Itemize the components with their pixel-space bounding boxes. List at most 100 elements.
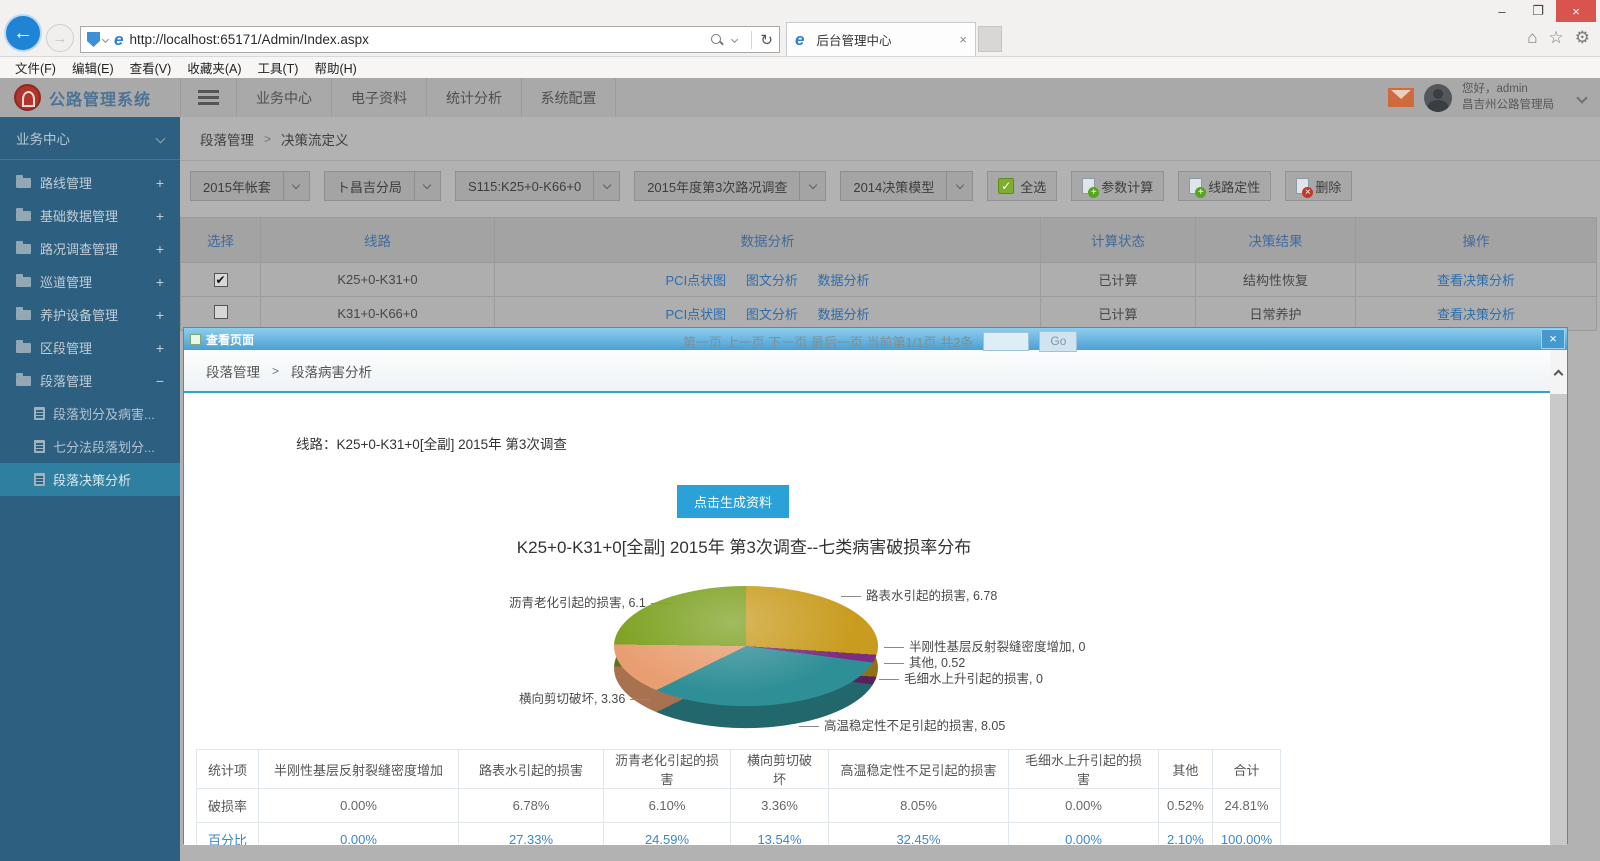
star-icon[interactable]: ☆ xyxy=(1549,28,1564,48)
home-icon[interactable]: ⌂ xyxy=(1527,28,1537,48)
table-row: K25+0-K31+0 PCI点状图 图文分析 数据分析 已计算 结构性恢复 查… xyxy=(181,263,1597,297)
forward-button[interactable]: → xyxy=(46,24,74,52)
damage-rate-row: 破损率 0.00% 6.78% 6.10% 3.36% 8.05% 0.00% … xyxy=(197,789,1281,823)
gear-icon[interactable]: ⚙ xyxy=(1575,28,1590,48)
ie-icon: e xyxy=(795,30,804,50)
menu-help[interactable]: 帮助(H) xyxy=(307,56,363,79)
expand-icon[interactable]: + xyxy=(156,307,164,323)
refresh-icon[interactable]: ↻ xyxy=(760,31,773,49)
menu-tools[interactable]: 工具(T) xyxy=(250,56,305,79)
expand-icon[interactable]: + xyxy=(156,274,164,290)
go-button[interactable]: Go xyxy=(1039,331,1077,352)
nav-statistics[interactable]: 统计分析 xyxy=(426,78,521,117)
back-button[interactable]: ← xyxy=(4,14,42,52)
filter-toolbar: 2015年帐套 ト昌吉分局 S115:K25+0-K66+0 2015年度第3次… xyxy=(180,161,1600,211)
menu-file[interactable]: 文件(F) xyxy=(8,56,63,79)
sidebar-header-label: 业务中心 xyxy=(16,128,70,148)
folder-icon xyxy=(16,343,31,353)
chevron-down-icon[interactable] xyxy=(102,36,109,43)
mail-icon[interactable] xyxy=(1388,88,1414,107)
row-checkbox[interactable] xyxy=(214,305,228,319)
chevron-down-icon xyxy=(809,180,817,188)
breadcrumb-parent[interactable]: 段落管理 xyxy=(200,129,254,149)
close-button[interactable]: × xyxy=(1556,0,1596,22)
expand-icon[interactable]: + xyxy=(156,241,164,257)
graphic-analysis-link[interactable]: 图文分析 xyxy=(746,307,798,322)
route-qualitative-button[interactable]: 线路定性 xyxy=(1178,171,1271,201)
dropdown-account-year[interactable]: 2015年帐套 xyxy=(190,171,310,201)
browser-tab[interactable]: e 后台管理中心 × xyxy=(786,22,976,56)
dropdown-branch[interactable]: ト昌吉分局 xyxy=(324,171,441,201)
checkbox-checked-icon: ✓ xyxy=(998,178,1014,194)
chevron-down-icon xyxy=(423,180,431,188)
app-title: 公路管理系统 xyxy=(49,86,151,110)
result-cell: 日常养护 xyxy=(1196,297,1356,331)
new-tab-button[interactable] xyxy=(978,26,1002,52)
folder-icon xyxy=(16,244,31,254)
row-checkbox[interactable] xyxy=(214,273,228,287)
dropdown-road[interactable]: S115:K25+0-K66+0 xyxy=(455,171,620,201)
pci-dot-chart-link[interactable]: PCI点状图 xyxy=(666,307,727,322)
dropdown-survey[interactable]: 2015年度第3次路况调查 xyxy=(634,171,826,201)
sidebar-subitem-seven-method[interactable]: 七分法段落划分... xyxy=(0,430,180,463)
modal-close-button[interactable]: × xyxy=(1541,329,1565,349)
maximize-button[interactable]: ❐ xyxy=(1520,0,1556,22)
select-all-button[interactable]: ✓全选 xyxy=(987,171,1057,201)
sidebar-item-maintenance-equipment[interactable]: 养护设备管理+ xyxy=(0,298,180,331)
data-analysis-link[interactable]: 数据分析 xyxy=(817,307,869,322)
modal-scrollbar[interactable] xyxy=(1550,350,1567,845)
menu-view[interactable]: 查看(V) xyxy=(123,56,179,79)
doc-plus-icon xyxy=(1189,178,1202,194)
expand-icon[interactable]: + xyxy=(156,175,164,191)
search-icon[interactable] xyxy=(711,34,723,46)
sidebar-item-basic-data[interactable]: 基础数据管理+ xyxy=(0,199,180,232)
scroll-up-icon[interactable] xyxy=(1550,350,1567,394)
minimize-button[interactable]: – xyxy=(1484,0,1520,22)
collapse-icon[interactable]: − xyxy=(156,373,164,389)
modal-breadcrumb-parent[interactable]: 段落管理 xyxy=(206,361,260,381)
line-info-text: 线路：K25+0-K31+0[全副] 2015年 第3次调查 xyxy=(296,433,567,453)
menu-favorites[interactable]: 收藏夹(A) xyxy=(180,56,248,79)
sidebar-subitem-paragraph-division[interactable]: 段落划分及病害... xyxy=(0,397,180,430)
nav-business-center[interactable]: 业务中心 xyxy=(236,78,331,117)
expand-icon[interactable]: + xyxy=(156,208,164,224)
sidebar-item-route-mgmt[interactable]: 路线管理+ xyxy=(0,166,180,199)
table-row: K31+0-K66+0 PCI点状图 图文分析 数据分析 已计算 日常养护 查看… xyxy=(181,297,1597,331)
pci-dot-chart-link[interactable]: PCI点状图 xyxy=(666,273,727,288)
graphic-analysis-link[interactable]: 图文分析 xyxy=(746,273,798,288)
avatar[interactable] xyxy=(1424,84,1452,112)
tab-close-icon[interactable]: × xyxy=(959,32,967,47)
folder-icon xyxy=(16,211,31,221)
segments-table: 选择 线路 数据分析 计算状态 决策结果 操作 K25+0-K31+0 PCI点… xyxy=(180,217,1597,331)
sidebar-item-road-survey[interactable]: 路况调查管理+ xyxy=(0,232,180,265)
expand-icon[interactable]: + xyxy=(156,340,164,356)
col-data-analysis: 数据分析 xyxy=(495,218,1041,263)
sidebar-header[interactable]: 业务中心 xyxy=(0,117,180,160)
delete-button[interactable]: 删除 xyxy=(1285,171,1352,201)
user-org: 昌吉州公路管理局 xyxy=(1462,99,1554,111)
address-bar[interactable]: e http://localhost:65171/Admin/Index.asp… xyxy=(80,26,780,53)
percentage-row: 百分比 0.00% 27.33% 24.59% 13.54% 32.45% 0.… xyxy=(197,823,1281,846)
shield-icon xyxy=(87,32,100,47)
url-text[interactable]: http://localhost:65171/Admin/Index.aspx xyxy=(129,32,711,47)
view-decision-link[interactable]: 查看决策分析 xyxy=(1437,273,1515,288)
sidebar-item-patrol[interactable]: 巡道管理+ xyxy=(0,265,180,298)
chevron-down-icon[interactable] xyxy=(1576,92,1587,103)
pagination-text[interactable]: 第一页 上一页 下一页 最后一页 当前第1/1页 共2条 xyxy=(683,332,973,351)
sidebar-item-section-mgmt[interactable]: 区段管理+ xyxy=(0,331,180,364)
view-decision-link[interactable]: 查看决策分析 xyxy=(1437,307,1515,322)
data-analysis-link[interactable]: 数据分析 xyxy=(817,273,869,288)
page-input[interactable] xyxy=(983,332,1029,351)
chevron-down-icon[interactable] xyxy=(731,36,738,43)
sidebar-item-paragraph-mgmt[interactable]: 段落管理− xyxy=(0,364,180,397)
nav-system-config[interactable]: 系统配置 xyxy=(521,78,616,117)
menu-edit[interactable]: 编辑(E) xyxy=(65,56,121,79)
generate-data-button[interactable]: 点击生成资料 xyxy=(677,485,789,518)
hamburger-menu-icon[interactable] xyxy=(180,78,236,117)
dropdown-decision-model[interactable]: 2014决策模型 xyxy=(840,171,973,201)
sidebar-subitem-decision-analysis[interactable]: 段落决策分析 xyxy=(0,463,180,496)
param-calc-button[interactable]: 参数计算 xyxy=(1071,171,1164,201)
folder-icon xyxy=(16,376,31,386)
nav-e-documents[interactable]: 电子资料 xyxy=(331,78,426,117)
screen: – ❐ × ← → e http://localhost:65171/Admin… xyxy=(0,0,1600,861)
